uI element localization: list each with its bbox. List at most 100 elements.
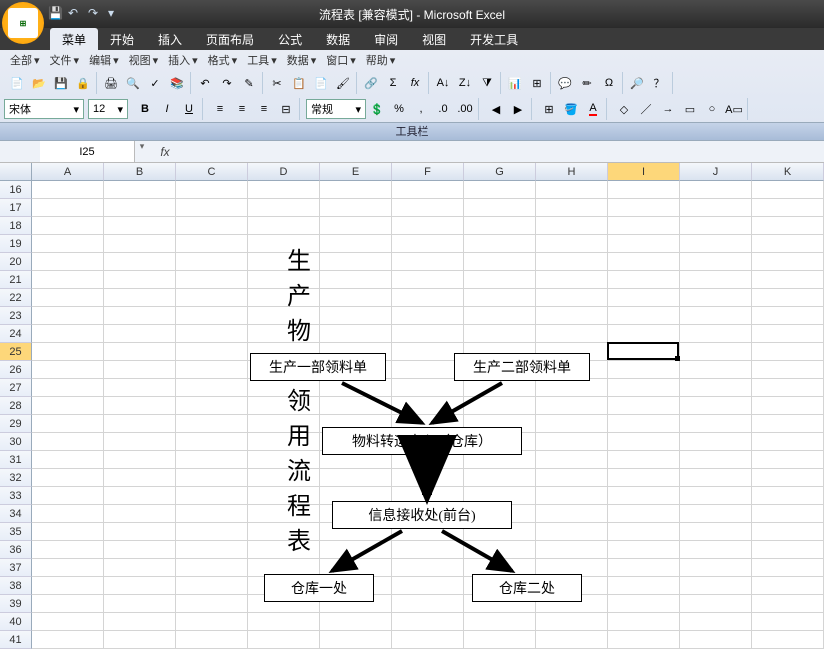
drawing-icon[interactable]: ✏ (576, 72, 598, 94)
name-box-dropdown-icon[interactable]: ▾ (135, 141, 149, 162)
preview-icon[interactable]: 🔍 (122, 72, 144, 94)
row-header-16[interactable]: 16 (0, 181, 32, 199)
ink-icon[interactable]: ✎ (238, 72, 260, 94)
indent-dec-icon[interactable]: ◀ (485, 98, 507, 120)
row-header-41[interactable]: 41 (0, 631, 32, 649)
submenu-format[interactable]: 格式 ▾ (204, 52, 242, 68)
tab-formula[interactable]: 公式 (266, 28, 314, 50)
row-header-34[interactable]: 34 (0, 505, 32, 523)
col-header-H[interactable]: H (536, 163, 608, 181)
tab-home[interactable]: 开始 (98, 28, 146, 50)
research-icon[interactable]: 📚 (166, 72, 188, 94)
spell-icon[interactable]: ✓ (144, 72, 166, 94)
col-header-A[interactable]: A (32, 163, 104, 181)
paste-icon[interactable]: 📄 (310, 72, 332, 94)
symbol-icon[interactable]: Ω (598, 72, 620, 94)
row-header-19[interactable]: 19 (0, 235, 32, 253)
comment-icon[interactable]: 💬 (554, 72, 576, 94)
save-icon[interactable]: 💾 (50, 72, 72, 94)
row-header-33[interactable]: 33 (0, 487, 32, 505)
row-header-30[interactable]: 30 (0, 433, 32, 451)
align-center-icon[interactable]: ≡ (231, 98, 253, 120)
redo-icon[interactable]: ↷ (88, 6, 104, 22)
font-size-select[interactable]: 12▾ (88, 99, 128, 119)
print-icon[interactable]: 🖨 (100, 72, 122, 94)
row-header-31[interactable]: 31 (0, 451, 32, 469)
active-cell[interactable] (607, 342, 679, 360)
row-header-18[interactable]: 18 (0, 217, 32, 235)
indent-inc-icon[interactable]: ▶ (507, 98, 529, 120)
copy-icon[interactable]: 📋 (288, 72, 310, 94)
row-header-23[interactable]: 23 (0, 307, 32, 325)
hyperlink-icon[interactable]: 🔗 (360, 72, 382, 94)
inc-decimal-icon[interactable]: .0 (432, 98, 454, 120)
tab-view[interactable]: 视图 (410, 28, 458, 50)
arrow-shape-icon[interactable]: → (657, 98, 679, 120)
office-button[interactable]: ⊞ (2, 2, 44, 44)
line-icon[interactable]: ／ (635, 98, 657, 120)
name-box[interactable]: I25 (40, 141, 135, 162)
textbox-icon[interactable]: A▭ (723, 98, 745, 120)
new-icon[interactable]: 📄 (6, 72, 28, 94)
tab-review[interactable]: 审阅 (362, 28, 410, 50)
col-header-B[interactable]: B (104, 163, 176, 181)
submenu-data[interactable]: 数据 ▾ (283, 52, 321, 68)
submenu-file[interactable]: 文件 ▾ (46, 52, 84, 68)
col-header-D[interactable]: D (248, 163, 320, 181)
tab-insert[interactable]: 插入 (146, 28, 194, 50)
filter-icon[interactable]: ⧩ (476, 72, 498, 94)
submenu-insert[interactable]: 插入 ▾ (164, 52, 202, 68)
tab-data[interactable]: 数据 (314, 28, 362, 50)
row-header-36[interactable]: 36 (0, 541, 32, 559)
font-name-select[interactable]: 宋体▾ (4, 99, 84, 119)
align-right-icon[interactable]: ≡ (253, 98, 275, 120)
row-header-39[interactable]: 39 (0, 595, 32, 613)
row-header-29[interactable]: 29 (0, 415, 32, 433)
fx-icon[interactable]: fx (155, 143, 175, 161)
row-header-28[interactable]: 28 (0, 397, 32, 415)
align-left-icon[interactable]: ≡ (209, 98, 231, 120)
row-header-32[interactable]: 32 (0, 469, 32, 487)
row-header-35[interactable]: 35 (0, 523, 32, 541)
submenu-help[interactable]: 帮助 ▾ (362, 52, 400, 68)
row-header-25[interactable]: 25 (0, 343, 32, 361)
percent-icon[interactable]: % (388, 98, 410, 120)
rect-icon[interactable]: ▭ (679, 98, 701, 120)
tab-dev[interactable]: 开发工具 (458, 28, 530, 50)
bold-icon[interactable]: B (134, 98, 156, 120)
open-icon[interactable]: 📂 (28, 72, 50, 94)
help-icon[interactable]: ？ (648, 72, 670, 94)
undo-icon[interactable]: ↶ (68, 6, 84, 22)
merge-icon[interactable]: ⊟ (275, 98, 297, 120)
spreadsheet[interactable]: ABCDEFGHIJK 1617181920212223242526272829… (0, 163, 824, 663)
row-header-21[interactable]: 21 (0, 271, 32, 289)
chart-icon[interactable]: 📊 (504, 72, 526, 94)
submenu-view[interactable]: 视图 ▾ (125, 52, 163, 68)
row-header-17[interactable]: 17 (0, 199, 32, 217)
sum-icon[interactable]: Σ (382, 72, 404, 94)
sort-desc-icon[interactable]: Z↓ (454, 72, 476, 94)
submenu-tools[interactable]: 工具 ▾ (243, 52, 281, 68)
row-header-27[interactable]: 27 (0, 379, 32, 397)
submenu-all[interactable]: 全部 ▾ (6, 52, 44, 68)
col-header-J[interactable]: J (680, 163, 752, 181)
font-color-icon[interactable]: A (582, 98, 604, 120)
row-header-20[interactable]: 20 (0, 253, 32, 271)
save-icon[interactable]: 💾 (48, 6, 64, 22)
fill-color-icon[interactable]: 🪣 (560, 98, 582, 120)
number-format-select[interactable]: 常规▾ (306, 99, 366, 119)
sort-asc-icon[interactable]: A↓ (432, 72, 454, 94)
zoom-icon[interactable]: 🔎 (626, 72, 648, 94)
col-header-F[interactable]: F (392, 163, 464, 181)
col-header-E[interactable]: E (320, 163, 392, 181)
underline-icon[interactable]: U (178, 98, 200, 120)
qat-dropdown-icon[interactable]: ▾ (108, 6, 124, 22)
row-header-26[interactable]: 26 (0, 361, 32, 379)
fill-handle[interactable] (675, 356, 680, 361)
submenu-edit[interactable]: 编辑 ▾ (85, 52, 123, 68)
row-header-22[interactable]: 22 (0, 289, 32, 307)
shapes-icon[interactable]: ◇ (613, 98, 635, 120)
col-header-I[interactable]: I (608, 163, 680, 181)
currency-icon[interactable]: 💲 (366, 98, 388, 120)
format-painter-icon[interactable]: 🖌 (332, 72, 354, 94)
